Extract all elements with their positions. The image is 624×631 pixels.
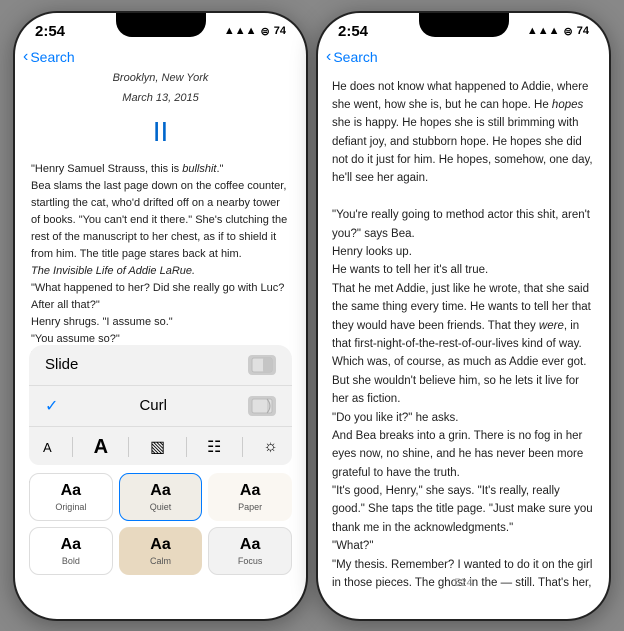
right-para-2: Henry looks up. [332, 243, 595, 261]
right-para-1: "You're really going to method actor thi… [332, 206, 595, 243]
book-para-0: "Henry Samuel Strauss, this is bullshit.… [31, 161, 290, 178]
left-time: 2:54 [35, 23, 65, 40]
chevron-left-icon: ‹ [23, 48, 28, 66]
theme-paper[interactable]: Aa Paper [208, 473, 292, 521]
left-status-bar: 2:54 ▲▲▲ ⊜ 74 [15, 13, 306, 44]
right-status-bar: 2:54 ▲▲▲ ⊜ 74 [318, 13, 609, 44]
wifi-icon: ⊜ [261, 25, 270, 38]
swatch-quiet-aa: Aa [150, 482, 170, 500]
right-back-label: Search [333, 49, 377, 65]
right-chevron-left-icon: ‹ [326, 48, 331, 66]
notch [116, 13, 206, 37]
right-para-3: He wants to tell her it's all true. [332, 261, 595, 279]
curl-label: Curl [139, 397, 167, 414]
book-para-2: The Invisible Life of Addie LaRue. [31, 263, 290, 280]
font-divider-3 [186, 437, 187, 457]
left-phone: 2:54 ▲▲▲ ⊜ 74 ‹ Search Brooklyn, New Yor… [13, 11, 308, 621]
swatch-focus-aa: Aa [240, 536, 260, 554]
swatch-focus-label: Focus [238, 556, 263, 566]
right-time: 2:54 [338, 23, 368, 40]
right-signal-icon: ▲▲▲ [527, 25, 560, 37]
theme-swatches: Aa Original Aa Quiet Aa Paper Aa Bold Aa [29, 473, 292, 575]
book-location: Brooklyn, New York [31, 70, 290, 87]
left-nav: ‹ Search [15, 44, 306, 70]
theme-focus[interactable]: Aa Focus [208, 527, 292, 575]
right-notch [419, 13, 509, 37]
book-para-1: Bea slams the last page down on the coff… [31, 178, 290, 263]
layout-icon[interactable]: ☷ [207, 437, 221, 457]
check-icon: ✓ [45, 396, 58, 416]
right-book-content: He does not know what happened to Addie,… [318, 70, 609, 590]
slide-label: Slide [45, 356, 78, 373]
right-battery-icon: 74 [577, 25, 589, 37]
book-para-4: Henry shrugs. "I assume so." [31, 314, 290, 331]
left-back-label: Search [30, 49, 74, 65]
right-para-0: He does not know what happened to Addie,… [332, 78, 595, 188]
swatch-bold-label: Bold [62, 556, 80, 566]
brightness-icon[interactable]: ☼ [263, 438, 278, 456]
swatch-original-aa: Aa [61, 482, 81, 500]
font-large-a[interactable]: A [94, 436, 108, 459]
right-para-7: And Bea breaks into a grin. There is no … [332, 427, 595, 482]
font-divider [72, 437, 73, 457]
font-style-icon[interactable]: ▧ [150, 437, 165, 457]
swatch-original-label: Original [55, 502, 86, 512]
transition-slide[interactable]: Slide [29, 345, 292, 386]
theme-original[interactable]: Aa Original [29, 473, 113, 521]
left-status-icons: ▲▲▲ ⊜ 74 [224, 25, 286, 38]
font-size-row: A A ▧ ☷ ☼ [29, 430, 292, 465]
right-wifi-icon: ⊜ [564, 25, 573, 38]
right-back-button[interactable]: ‹ Search [326, 48, 378, 66]
swatch-quiet-label: Quiet [150, 502, 172, 512]
right-para-9: "What?" [332, 537, 595, 555]
swatch-calm-aa: Aa [150, 536, 170, 554]
right-para-8: "It's good, Henry," she says. "It's real… [332, 482, 595, 537]
theme-bold[interactable]: Aa Bold [29, 527, 113, 575]
signal-icon: ▲▲▲ [224, 25, 257, 37]
book-para-3: "What happened to her? Did she really go… [31, 280, 290, 314]
swatch-bold-aa: Aa [61, 536, 81, 554]
curl-icon [248, 396, 276, 416]
font-small-a[interactable]: A [43, 440, 52, 455]
book-date: March 13, 2015 [31, 90, 290, 107]
transition-curl[interactable]: ✓ Curl [29, 386, 292, 427]
left-back-button[interactable]: ‹ Search [23, 48, 75, 66]
swatch-paper-label: Paper [238, 502, 262, 512]
theme-quiet[interactable]: Aa Quiet [119, 473, 203, 521]
right-para-6: "Do you like it?" he asks. [332, 409, 595, 427]
page-number: 524 [318, 577, 609, 589]
swatch-calm-label: Calm [150, 556, 171, 566]
chapter-number: II [31, 111, 290, 153]
right-phone: 2:54 ▲▲▲ ⊜ 74 ‹ Search He does not know … [316, 11, 611, 621]
slide-icon [248, 355, 276, 375]
font-divider-4 [242, 437, 243, 457]
right-status-icons: ▲▲▲ ⊜ 74 [527, 25, 589, 38]
right-para-4: That he met Addie, just like he wrote, t… [332, 280, 595, 372]
bottom-toolbar: A A ▧ ☷ ☼ Aa Original Aa Quiet [29, 430, 292, 575]
right-nav: ‹ Search [318, 44, 609, 70]
font-divider-2 [128, 437, 129, 457]
theme-calm[interactable]: Aa Calm [119, 527, 203, 575]
battery-icon: 74 [274, 25, 286, 37]
swatch-paper-aa: Aa [240, 482, 260, 500]
right-para-5: But she wouldn't believe him, so he lets… [332, 372, 595, 409]
